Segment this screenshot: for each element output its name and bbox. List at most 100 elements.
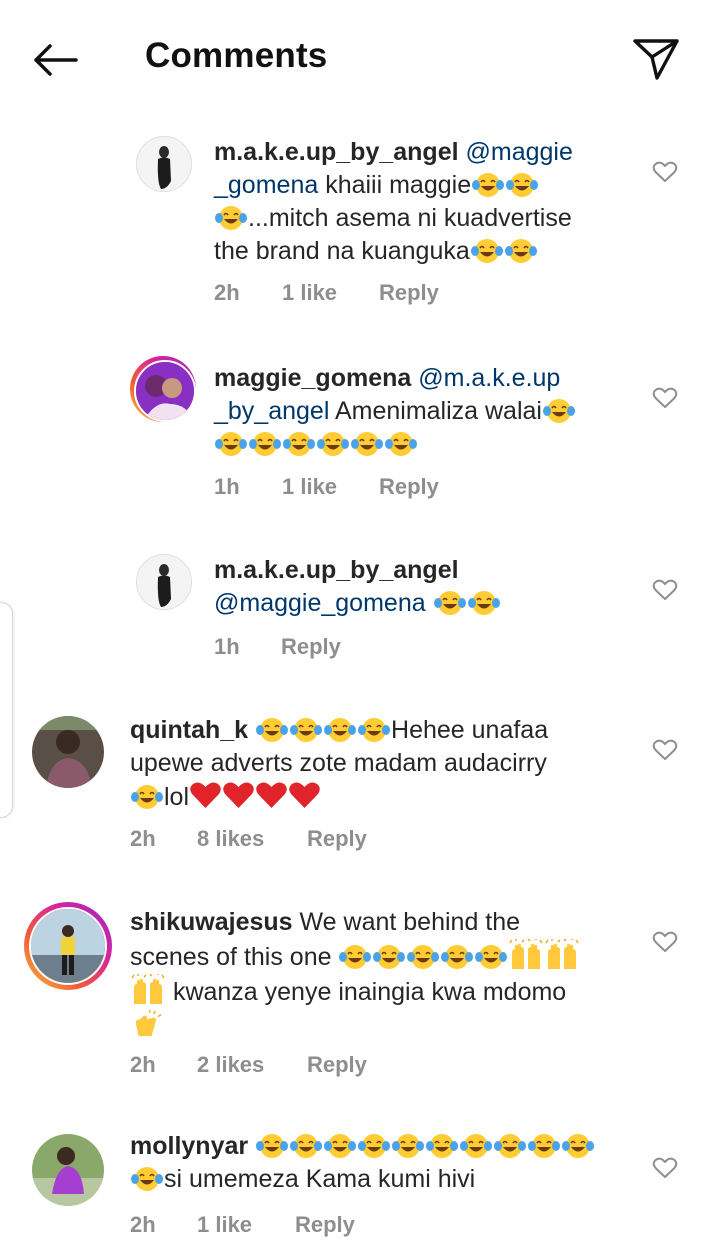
reply-button[interactable]: Reply <box>307 826 367 852</box>
heart-outline-icon <box>652 387 678 408</box>
comment-time: 2h <box>130 826 156 851</box>
joy-emoji-icon <box>392 1134 425 1158</box>
joy-emoji-icon <box>433 591 466 615</box>
comment-line: _by_angel Amenimaliza walai <box>214 395 634 428</box>
avatar[interactable] <box>136 136 192 192</box>
comment-line: m.a.k.e.up_by_angel <box>214 554 634 587</box>
comment-item: m.a.k.e.up_by_angel @maggie _gomena khaii… <box>0 130 720 310</box>
arrow-left-icon <box>34 44 78 76</box>
reply-button[interactable]: Reply <box>379 280 439 306</box>
comment-line: si umemeza Kama kumi hivi <box>130 1163 630 1196</box>
raising-hands-emoji-icon <box>545 939 580 969</box>
red-heart-emoji-icon <box>256 782 287 808</box>
avatar[interactable] <box>32 716 104 788</box>
like-count[interactable]: 8 likes <box>197 826 264 852</box>
comment-line: quintah_k Hehee unafaa <box>130 714 630 747</box>
comment-time: 1h <box>214 474 240 499</box>
avatar[interactable] <box>32 1134 104 1206</box>
comment-line <box>214 428 634 461</box>
avatar[interactable] <box>29 907 107 985</box>
joy-emoji-icon <box>504 239 537 263</box>
comment-time: 2h <box>214 280 240 305</box>
comment-username[interactable]: m.a.k.e.up_by_angel <box>214 556 459 584</box>
comment-text-run: si umemeza Kama kumi hivi <box>164 1165 476 1193</box>
like-heart-icon[interactable] <box>652 930 678 954</box>
red-heart-emoji-icon <box>190 782 221 808</box>
paper-plane-icon <box>633 39 679 80</box>
joy-emoji-icon <box>339 945 372 969</box>
back-button[interactable] <box>28 38 84 82</box>
joy-emoji-icon <box>351 432 383 456</box>
comment-text-run: ...mitch asema ni kuadvertise <box>248 204 572 232</box>
like-heart-icon[interactable] <box>652 386 678 410</box>
joy-emoji-icon <box>358 718 391 742</box>
heart-outline-icon <box>652 931 678 952</box>
reply-button[interactable]: Reply <box>379 474 439 500</box>
joy-emoji-icon <box>528 1134 561 1158</box>
joy-emoji-icon <box>131 1167 163 1191</box>
reply-button[interactable]: Reply <box>295 1212 355 1238</box>
joy-emoji-icon <box>460 1134 493 1158</box>
comment-item: shikuwajesus We want behind the scenes of… <box>0 902 720 1082</box>
share-button[interactable] <box>630 34 682 84</box>
joy-emoji-icon <box>131 785 163 809</box>
red-heart-emoji-icon <box>223 782 254 808</box>
comment-text-run: scenes of this one <box>130 943 339 971</box>
comment-line <box>130 1009 630 1042</box>
raising-hands-emoji-icon <box>509 939 544 969</box>
comment-line: kwanza yenye inaingia kwa mdomo <box>130 974 630 1009</box>
comment-username[interactable]: quintah_k <box>130 716 248 744</box>
like-heart-icon[interactable] <box>652 1156 678 1180</box>
mention-link[interactable]: _by_angel <box>214 397 329 425</box>
mention-link[interactable]: @maggie_gomena <box>214 589 426 617</box>
avatar[interactable] <box>136 554 192 610</box>
comment-username[interactable]: m.a.k.e.up_by_angel <box>214 138 459 166</box>
comment-text-run: upewe adverts zote madam audacirry <box>130 749 547 777</box>
page-title: Comments <box>145 36 328 75</box>
reply-button[interactable]: Reply <box>281 634 341 660</box>
comment-line: shikuwajesus We want behind the <box>130 906 630 939</box>
joy-emoji-icon <box>249 432 281 456</box>
comment-text: mollynyar si umemeza Kama kumi hivi <box>130 1130 630 1196</box>
raising-hands-emoji-icon <box>131 974 165 1004</box>
heart-outline-icon <box>652 161 678 182</box>
comment-time: 1h <box>214 634 240 659</box>
joy-emoji-icon <box>407 945 440 969</box>
comment-text-run <box>248 1132 255 1160</box>
like-count[interactable]: 1 like <box>197 1212 252 1238</box>
joy-emoji-icon <box>290 1134 323 1158</box>
comment-text-run: khaiii maggie <box>318 171 472 199</box>
comment-line: upewe adverts zote madam audacirry <box>130 747 630 780</box>
mention-link[interactable]: @maggie <box>466 138 573 166</box>
like-count[interactable]: 1 like <box>282 280 337 306</box>
joy-emoji-icon <box>256 1134 289 1158</box>
comment-line: maggie_gomena @m.a.k.e.up <box>214 362 634 395</box>
like-count[interactable]: 2 likes <box>197 1052 264 1078</box>
comments-header: Comments <box>0 0 720 116</box>
joy-emoji-icon <box>385 432 417 456</box>
comment-username[interactable]: shikuwajesus <box>130 908 293 936</box>
like-heart-icon[interactable] <box>652 160 678 184</box>
comment-text: maggie_gomena @m.a.k.e.up _by_angel Ameni… <box>214 362 634 461</box>
comment-line: the brand na kuanguka <box>214 235 634 268</box>
like-heart-icon[interactable] <box>652 578 678 602</box>
mention-link[interactable]: _gomena <box>214 171 318 199</box>
comment-username[interactable]: mollynyar <box>130 1132 248 1160</box>
reply-button[interactable]: Reply <box>307 1052 367 1078</box>
comment-item: mollynyar si umemeza Kama kumi hivi 2h 1… <box>0 1128 720 1248</box>
comment-username[interactable]: maggie_gomena <box>214 364 411 392</box>
like-heart-icon[interactable] <box>652 738 678 762</box>
comment-text-run: Amenimaliza walai <box>329 397 542 425</box>
comment-text-run <box>426 589 433 617</box>
comment-time: 2h <box>130 1212 156 1237</box>
comment-item: quintah_k Hehee unafaa upewe adverts zote… <box>0 712 720 862</box>
mention-link[interactable]: @m.a.k.e.up <box>418 364 560 392</box>
comment-text: quintah_k Hehee unafaa upewe adverts zote… <box>130 714 630 814</box>
comment-line: scenes of this one <box>130 939 630 974</box>
joy-emoji-icon <box>290 718 323 742</box>
avatar[interactable] <box>134 360 196 422</box>
joy-emoji-icon <box>324 718 357 742</box>
like-count[interactable]: 1 like <box>282 474 337 500</box>
joy-emoji-icon <box>215 206 247 230</box>
heart-outline-icon <box>652 1157 678 1178</box>
